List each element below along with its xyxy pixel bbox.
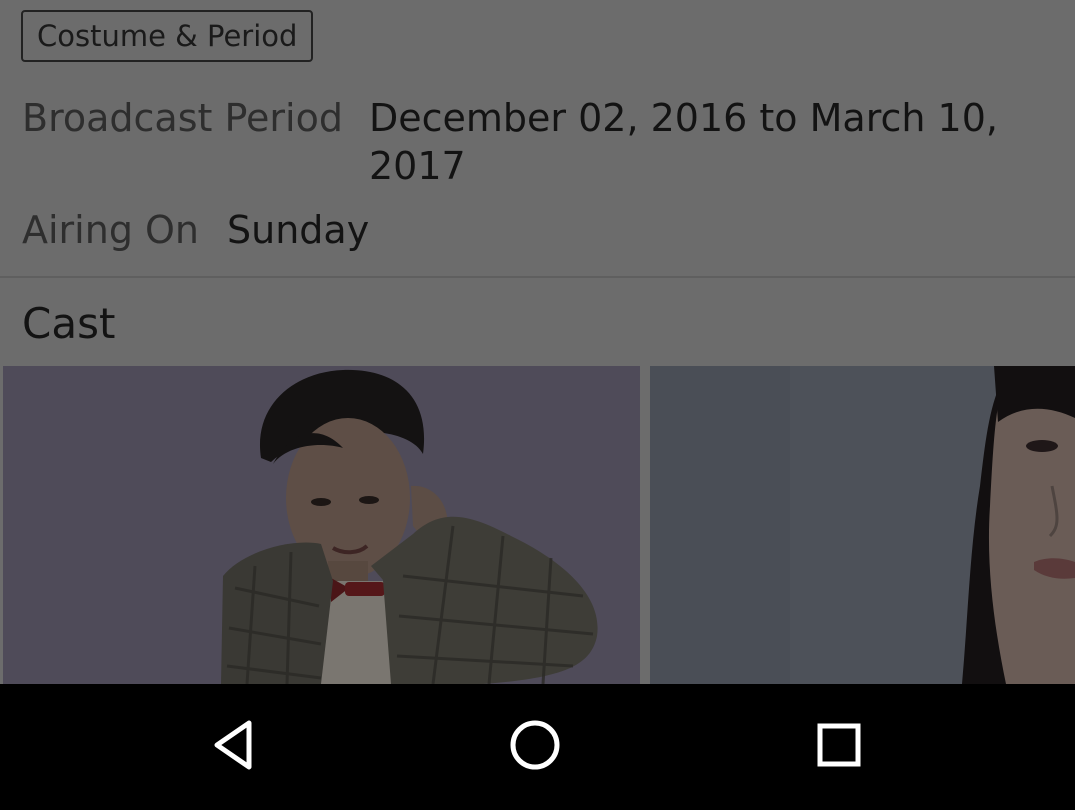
genre-tag-chip[interactable]: Costume & Period [21, 10, 314, 62]
cast-list [0, 366, 1075, 684]
genre-tag-label: Costume & Period [37, 19, 298, 53]
home-circle-icon [508, 718, 562, 776]
airing-on-row: Airing On Sunday [22, 206, 369, 254]
section-divider [0, 276, 1075, 278]
screen: Costume & Period Broadcast Period Decemb… [0, 0, 1075, 810]
airing-on-value: Sunday [227, 208, 370, 252]
broadcast-period-row: Broadcast Period December 02, 2016 to Ma… [22, 94, 1009, 190]
back-button[interactable] [203, 717, 263, 777]
cast-photo-female-actor [650, 366, 1075, 684]
recents-square-icon [815, 721, 863, 773]
back-triangle-icon [209, 719, 257, 775]
cast-photo-male-actor [3, 366, 640, 684]
broadcast-period-label: Broadcast Period [22, 96, 343, 140]
cast-card[interactable] [3, 366, 640, 684]
airing-on-label: Airing On [22, 208, 200, 252]
system-navigation-bar [0, 684, 1075, 810]
drama-details-content: Costume & Period Broadcast Period Decemb… [0, 0, 1075, 684]
cast-section-title: Cast [22, 299, 116, 348]
recents-button[interactable] [809, 717, 869, 777]
home-button[interactable] [505, 717, 565, 777]
broadcast-period-value: December 02, 2016 to March 10, 2017 [368, 96, 998, 188]
cast-card[interactable] [650, 366, 1075, 684]
